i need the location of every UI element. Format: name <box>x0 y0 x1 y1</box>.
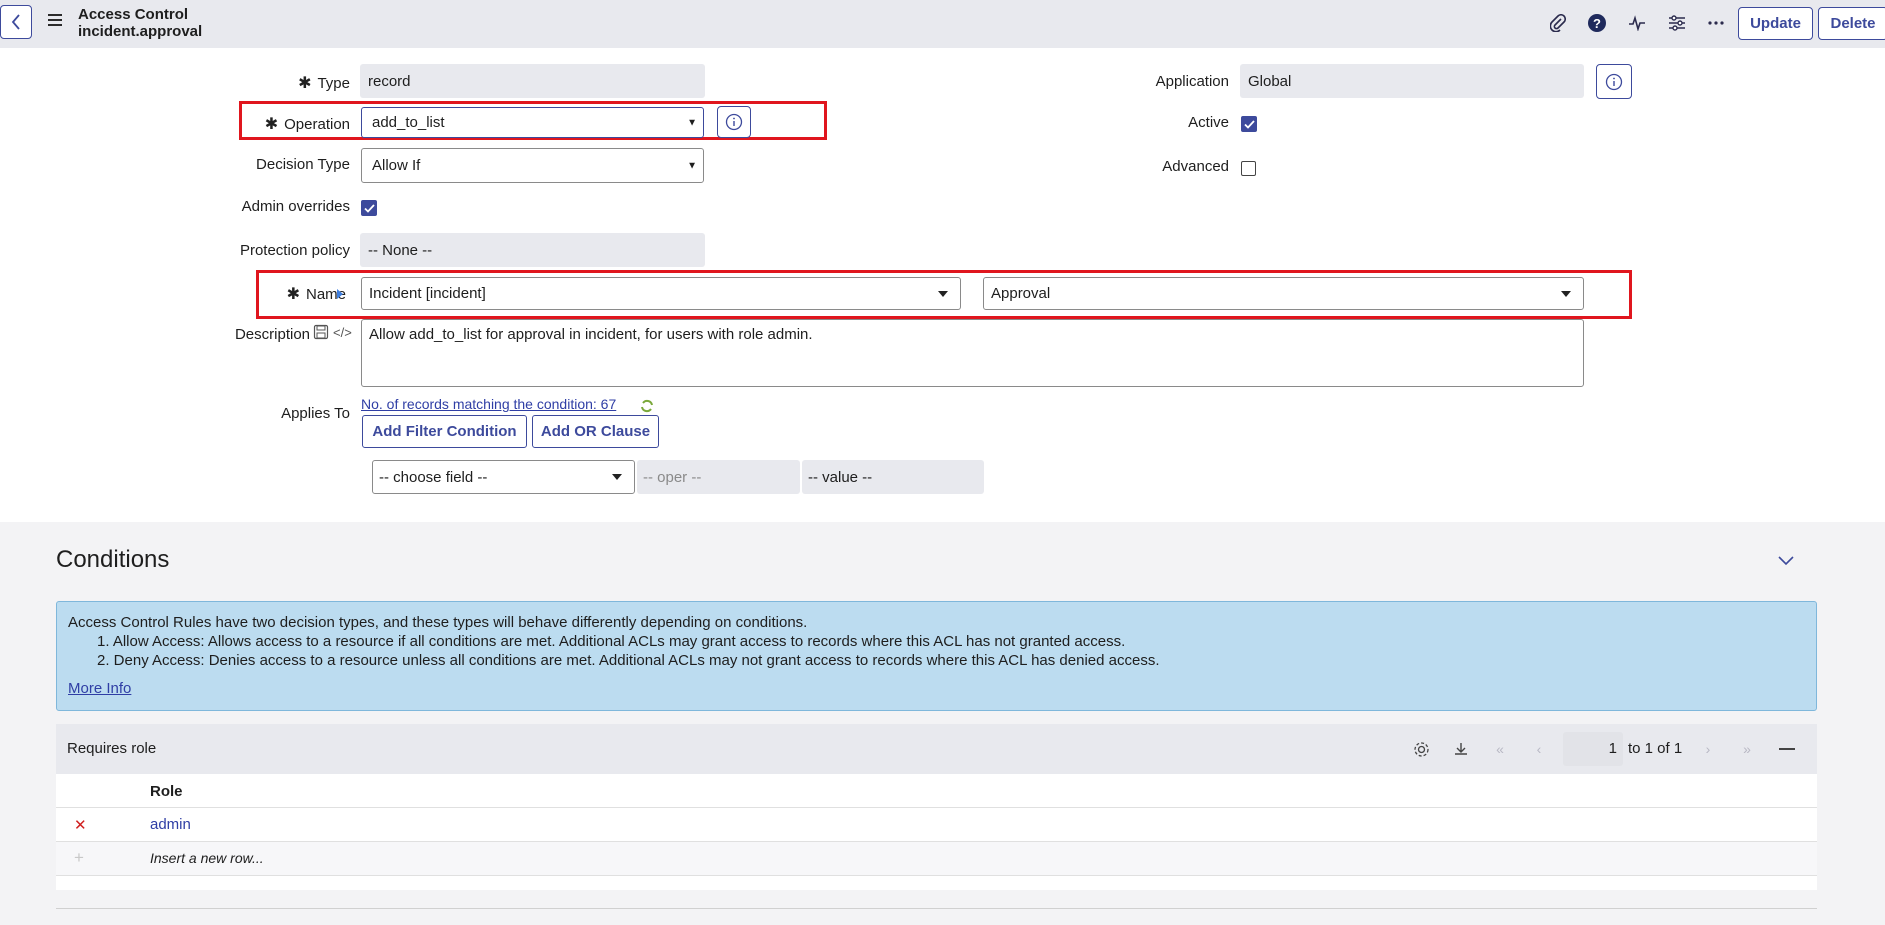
value-field: -- value -- <box>802 460 984 494</box>
field-name-select[interactable]: Approval <box>983 277 1584 310</box>
info-message-box: Access Control Rules have two decision t… <box>56 601 1817 711</box>
choose-field-value: -- choose field -- <box>379 468 488 486</box>
more-info-link[interactable]: More Info <box>68 680 131 697</box>
operator-field: -- oper -- <box>637 460 800 494</box>
paperclip-icon[interactable] <box>1547 12 1569 34</box>
protection-policy-field: -- None -- <box>360 233 705 267</box>
more-info-text: More Info <box>68 680 132 697</box>
more-options-icon[interactable] <box>1705 12 1727 34</box>
last-page-icon[interactable]: » <box>1738 740 1756 758</box>
info-icon <box>1605 73 1623 90</box>
table-name-value: Incident [incident] <box>369 285 486 302</box>
operation-value: add_to_list <box>372 114 445 131</box>
next-page-icon[interactable]: › <box>1699 740 1717 758</box>
table-row: ✕ admin <box>56 808 1817 842</box>
expand-arrow-icon[interactable] <box>337 289 343 299</box>
save-icon[interactable] <box>313 324 329 344</box>
related-list-header: Requires role <box>56 724 1817 774</box>
operation-info-button[interactable] <box>717 106 751 138</box>
add-filter-condition-button[interactable]: Add Filter Condition <box>362 415 527 448</box>
add-row-icon: + <box>74 848 84 867</box>
active-label: Active <box>1188 114 1229 131</box>
description-textarea[interactable]: Allow add_to_list for approval in incide… <box>361 319 1584 387</box>
operation-select[interactable]: add_to_list ▼ <box>361 107 704 138</box>
application-info-button[interactable] <box>1596 64 1632 99</box>
decision-type-select[interactable]: Allow If ▼ <box>361 148 704 183</box>
type-field: record <box>360 64 705 98</box>
delete-button[interactable]: Delete <box>1818 7 1885 40</box>
table-header-row: Role <box>56 774 1817 808</box>
form-title: Access Control <box>78 6 189 23</box>
name-label: ✱ Name <box>286 286 346 303</box>
choose-field-select[interactable]: -- choose field -- <box>372 460 635 494</box>
update-button[interactable]: Update <box>1738 7 1813 40</box>
pagination-text: to 1 of 1 <box>1628 740 1683 757</box>
chevron-left-icon <box>11 14 20 30</box>
caret-down-icon <box>1561 290 1571 297</box>
info-icon <box>725 113 743 131</box>
code-icon[interactable]: </> <box>333 325 352 340</box>
protection-policy-label: Protection policy <box>239 242 350 259</box>
checkmark-icon <box>363 203 375 213</box>
chevron-down-icon: ▼ <box>687 117 697 128</box>
download-icon[interactable] <box>1452 740 1470 758</box>
conditions-title: Conditions <box>56 546 170 573</box>
description-label: Description <box>234 326 310 343</box>
caret-down-icon <box>612 474 622 480</box>
settings-sliders-icon[interactable] <box>1666 12 1688 34</box>
form-header: Access Control incident.approval ? Updat… <box>0 0 1885 48</box>
insert-row-placeholder: Insert a new row... <box>150 850 264 866</box>
active-checkbox[interactable] <box>1241 116 1257 132</box>
roles-table: Role ✕ admin + Insert a new row... <box>56 774 1817 890</box>
info-item-allow: 1. Allow Access: Allows access to a reso… <box>97 633 1126 650</box>
info-intro: Access Control Rules have two decision t… <box>68 614 808 631</box>
gear-icon[interactable] <box>1412 740 1430 758</box>
mandatory-icon: ✱ <box>264 116 279 133</box>
applies-to-label: Applies To <box>281 405 350 422</box>
help-icon[interactable]: ? <box>1586 12 1608 34</box>
svg-text:?: ? <box>1593 16 1601 31</box>
admin-overrides-checkbox[interactable] <box>361 200 377 216</box>
mandatory-icon: ✱ <box>286 286 300 303</box>
collapse-chevron-icon[interactable] <box>1778 553 1794 570</box>
page-number-input[interactable]: 1 <box>1563 732 1623 766</box>
caret-down-icon <box>938 290 948 297</box>
back-button[interactable] <box>0 5 32 39</box>
add-or-clause-button[interactable]: Add OR Clause <box>532 415 659 448</box>
advanced-checkbox[interactable] <box>1241 161 1256 176</box>
records-count-link[interactable]: No. of records matching the condition: 6… <box>361 396 616 412</box>
insert-row[interactable]: + Insert a new row... <box>56 842 1817 876</box>
checkmark-icon <box>1243 119 1255 129</box>
delete-row-icon[interactable]: ✕ <box>74 816 87 834</box>
record-name: incident.approval <box>78 23 203 40</box>
advanced-label: Advanced <box>1162 158 1229 175</box>
table-name-select[interactable]: Incident [incident] <box>361 277 961 310</box>
first-page-icon[interactable]: « <box>1491 740 1509 758</box>
previous-page-icon[interactable]: ‹ <box>1530 740 1548 758</box>
divider <box>56 908 1817 909</box>
records-count-text: No. of records matching the condition: 6… <box>361 396 617 412</box>
menu-icon[interactable] <box>48 14 62 26</box>
role-column-header[interactable]: Role <box>150 783 183 800</box>
info-item-deny: 2. Deny Access: Denies access to a resou… <box>97 652 1160 669</box>
decision-type-value: Allow If <box>372 157 421 174</box>
application-field: Global <box>1240 64 1584 98</box>
type-label: ✱ Type <box>298 75 350 92</box>
admin-overrides-label: Admin overrides <box>241 198 350 215</box>
role-link[interactable]: admin <box>150 816 191 833</box>
field-name-value: Approval <box>991 285 1051 302</box>
mandatory-icon: ✱ <box>298 75 312 92</box>
chevron-down-icon: ▼ <box>687 160 697 171</box>
related-list-title: Requires role <box>67 740 157 757</box>
decision-type-label: Decision Type <box>256 156 350 173</box>
activity-icon[interactable] <box>1626 12 1648 34</box>
operation-label: ✱ Operation <box>264 116 350 133</box>
application-label: Application <box>1155 73 1229 90</box>
minimize-icon[interactable] <box>1779 748 1795 750</box>
